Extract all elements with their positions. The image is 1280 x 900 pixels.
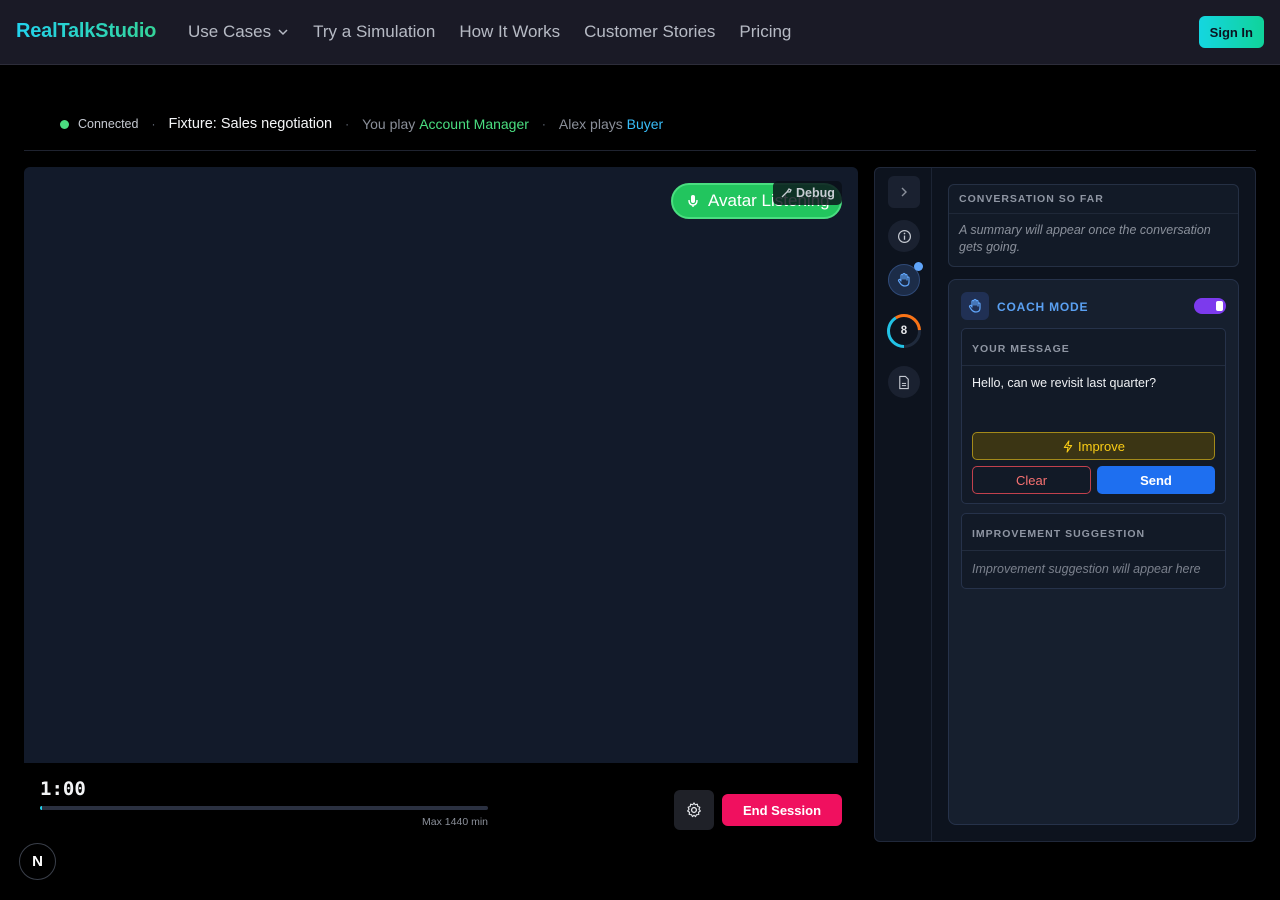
avatar-video-area: Avatar Listening Debug xyxy=(24,167,858,763)
your-message-title: Your message xyxy=(972,343,1070,355)
hand-icon xyxy=(968,298,981,313)
coach-mode-button[interactable] xyxy=(888,262,923,296)
conversation-summary-card: Conversation so far A summary will appea… xyxy=(948,184,1239,267)
improvement-suggestion-box: Improvement suggestion Improvement sugge… xyxy=(961,513,1226,589)
info-button[interactable] xyxy=(888,220,920,252)
separator: · xyxy=(151,117,156,131)
improve-button[interactable]: Improve xyxy=(972,432,1215,460)
coach-hand-icon xyxy=(961,292,989,320)
settings-button[interactable] xyxy=(674,790,714,830)
document-button[interactable] xyxy=(888,366,920,398)
separator: · xyxy=(345,117,350,131)
your-role: Account Manager xyxy=(419,116,529,132)
debug-button[interactable]: Debug xyxy=(773,181,842,205)
framework-badge[interactable]: N xyxy=(19,843,56,880)
coach-mode-title: COACH MODE xyxy=(997,300,1089,314)
brand-logo[interactable]: RealTalkStudio xyxy=(16,20,156,43)
session-progress-fill xyxy=(40,806,42,810)
session-progress-bar xyxy=(40,806,488,810)
wrench-icon xyxy=(781,188,792,198)
chevron-down-icon xyxy=(278,29,288,36)
turns-counter-ring[interactable]: 8 xyxy=(886,313,922,349)
separator: · xyxy=(541,117,546,131)
document-icon xyxy=(899,375,909,389)
coach-mode-card: COACH MODE Your message Hello, can we re… xyxy=(948,279,1239,825)
microphone-icon xyxy=(688,195,698,207)
session-status-bar: Connected · Fixture: Sales negotiation ·… xyxy=(24,110,1256,151)
your-message-box: Your message Hello, can we revisit last … xyxy=(961,328,1226,504)
connection-status-dot xyxy=(60,119,69,129)
coach-mode-toggle[interactable] xyxy=(1194,298,1226,314)
side-panel: 8 Conversation so far A summary will app… xyxy=(874,167,1256,842)
top-navbar: RealTalkStudio Use Cases Try a Simulatio… xyxy=(0,0,1280,65)
clear-button[interactable]: Clear xyxy=(972,466,1091,494)
summary-title: Conversation so far xyxy=(959,193,1104,205)
debug-label: Debug xyxy=(796,186,835,200)
nav-pricing[interactable]: Pricing xyxy=(739,22,791,42)
nav-links: Use Cases Try a Simulation How It Works … xyxy=(188,22,815,42)
your-message-input[interactable]: Hello, can we revisit last quarter? xyxy=(972,376,1156,390)
hand-icon xyxy=(897,272,910,287)
chevron-right-icon xyxy=(901,187,907,197)
info-icon xyxy=(897,229,911,243)
nav-use-cases[interactable]: Use Cases xyxy=(188,22,289,42)
summary-text: A summary will appear once the conversat… xyxy=(959,223,1211,254)
improvement-suggestion-placeholder: Improvement suggestion will appear here xyxy=(972,562,1201,576)
gear-icon xyxy=(687,802,701,818)
max-duration-label: Max 1440 min xyxy=(422,816,488,828)
nav-how-it-works[interactable]: How It Works xyxy=(459,22,560,42)
toggle-knob xyxy=(1216,301,1223,311)
end-session-button[interactable]: End Session xyxy=(722,794,842,826)
nav-customer-stories[interactable]: Customer Stories xyxy=(584,22,715,42)
send-button[interactable]: Send xyxy=(1097,466,1215,494)
notification-dot xyxy=(914,262,923,271)
nav-use-cases-label: Use Cases xyxy=(188,22,272,41)
alex-role: Buyer xyxy=(626,116,664,132)
sign-in-button[interactable]: Sign In xyxy=(1198,16,1264,48)
session-timer: 1:00 xyxy=(40,778,86,800)
you-play-prefix: You play xyxy=(362,116,416,132)
collapse-panel-button[interactable] xyxy=(888,176,920,208)
improvement-suggestion-title: Improvement suggestion xyxy=(972,528,1146,540)
fixture-label: Fixture: Sales negotiation xyxy=(168,116,333,132)
lightning-icon xyxy=(1063,439,1073,453)
connection-status-label: Connected xyxy=(78,117,139,131)
turns-counter-value: 8 xyxy=(900,325,908,337)
improve-label: Improve xyxy=(1078,438,1125,454)
side-rail: 8 xyxy=(875,168,932,841)
nav-try-simulation[interactable]: Try a Simulation xyxy=(313,22,435,42)
alex-plays-prefix: Alex plays xyxy=(558,116,623,132)
